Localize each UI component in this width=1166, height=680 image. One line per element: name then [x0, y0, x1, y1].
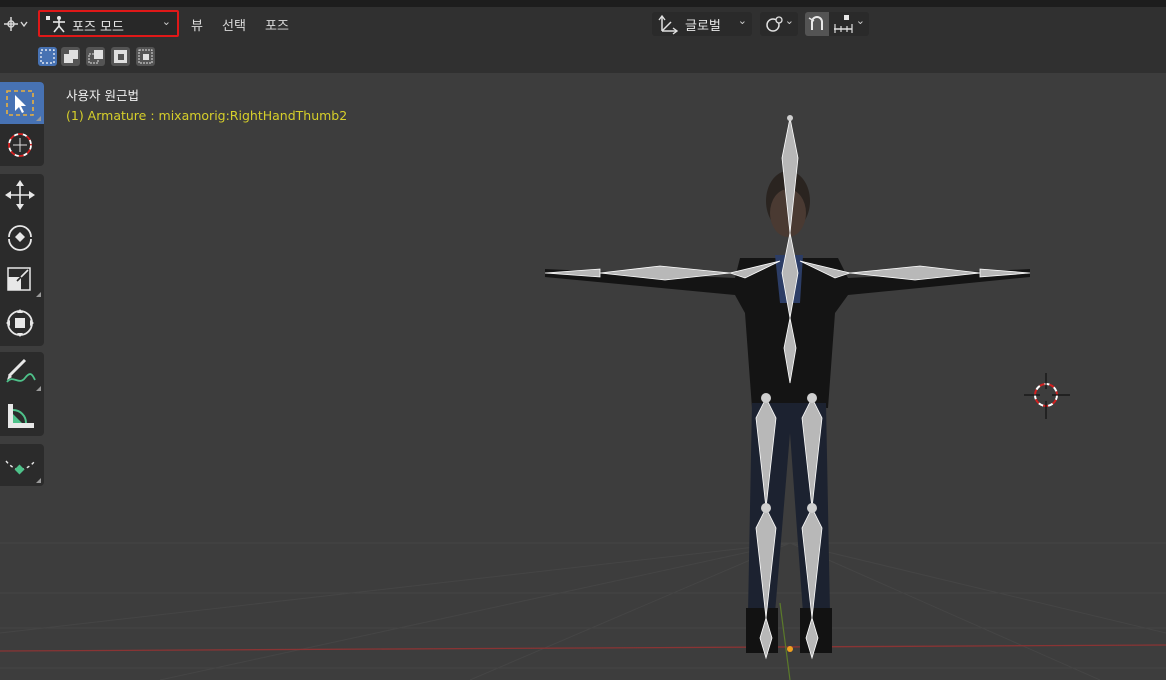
- tool-settings-bar: [0, 41, 1166, 74]
- toolbar-group-relax: [0, 444, 44, 486]
- mode-dropdown[interactable]: 포즈 모드 ⌄: [38, 10, 179, 37]
- select-invert-icon: [114, 50, 127, 63]
- 3d-cursor-icon: [1024, 373, 1070, 419]
- active-object-info: (1) Armature : mixamorig:RightHandThumb2: [66, 108, 348, 123]
- transform-tool[interactable]: [0, 302, 44, 344]
- snap-target-dropdown[interactable]: ⌄: [829, 12, 869, 36]
- transform-orientation-label: 글로벌: [685, 19, 721, 34]
- pose-relax-icon: [5, 460, 36, 475]
- select-mode-invert[interactable]: [111, 47, 130, 66]
- select-extend-icon: [64, 50, 78, 63]
- viewport-header: 포즈 모드 ⌄ 뷰 선택 포즈 글로벌 ⌄ ⌄ ⌄: [0, 7, 1166, 41]
- cursor-tool[interactable]: [0, 124, 44, 166]
- chevron-down-icon: ⌄: [737, 14, 747, 27]
- relax-tool[interactable]: [0, 444, 44, 486]
- annotate-pencil-icon: [6, 358, 36, 383]
- armature-editor-icon: [4, 17, 28, 31]
- tool-options-corner: [36, 292, 41, 297]
- move-tool[interactable]: [0, 174, 44, 216]
- snap-toggle[interactable]: [805, 12, 829, 36]
- pivot-point-dropdown[interactable]: ⌄: [760, 12, 798, 36]
- view-perspective-label: 사용자 원근법: [66, 88, 139, 103]
- rotate-icon: [8, 225, 32, 251]
- select-subtract-icon: [88, 50, 103, 64]
- tool-options-corner: [36, 116, 41, 121]
- tool-options-corner: [36, 386, 41, 391]
- cursor-icon: [8, 133, 32, 157]
- magnet-icon: [808, 16, 823, 30]
- move-arrows-icon: [5, 180, 35, 210]
- measure-ruler-icon: [8, 404, 34, 428]
- scale-tool[interactable]: [0, 258, 44, 300]
- select-new-icon: [40, 49, 55, 64]
- menu-view[interactable]: 뷰: [191, 15, 203, 34]
- select-mode-subtract[interactable]: [86, 47, 105, 66]
- chevron-down-icon: ⌄: [161, 15, 171, 28]
- toolbar-group-transform: [0, 174, 44, 346]
- select-box-tool[interactable]: [0, 82, 44, 124]
- pose-mode-icon: [46, 16, 65, 33]
- select-mode-intersect[interactable]: [136, 47, 155, 66]
- editor-type-selector[interactable]: [0, 14, 34, 34]
- orientation-axes-icon: [658, 14, 679, 35]
- select-mode-extend[interactable]: [61, 47, 80, 66]
- transform-icon: [6, 309, 34, 337]
- floor-grid: [0, 542, 1166, 680]
- origin-point: [787, 646, 793, 652]
- pivot-link-icon: [766, 16, 783, 32]
- transform-orientation-dropdown[interactable]: 글로벌 ⌄: [652, 12, 752, 36]
- annotate-tool[interactable]: [0, 352, 44, 394]
- measure-tool[interactable]: [0, 394, 44, 436]
- chevron-down-icon: ⌄: [784, 14, 794, 27]
- select-box-icon: [6, 90, 34, 116]
- snap-increment-icon: [834, 15, 853, 33]
- toolbar-group-select: [0, 82, 44, 166]
- 3d-viewport[interactable]: [0, 73, 1166, 680]
- top-strip: [0, 0, 1166, 7]
- x-axis-line: [0, 644, 1166, 652]
- menu-pose[interactable]: 포즈: [265, 15, 289, 34]
- tool-options-corner: [36, 478, 41, 483]
- menu-select[interactable]: 선택: [222, 15, 246, 34]
- scale-icon: [7, 267, 31, 291]
- chevron-down-icon: ⌄: [855, 14, 865, 27]
- rotate-tool[interactable]: [0, 216, 44, 258]
- toolbar-group-annotate: [0, 352, 44, 436]
- scene-canvas: [0, 115, 1166, 680]
- select-mode-new[interactable]: [38, 47, 57, 66]
- mode-dropdown-label: 포즈 모드: [72, 20, 124, 35]
- select-intersect-icon: [138, 49, 153, 64]
